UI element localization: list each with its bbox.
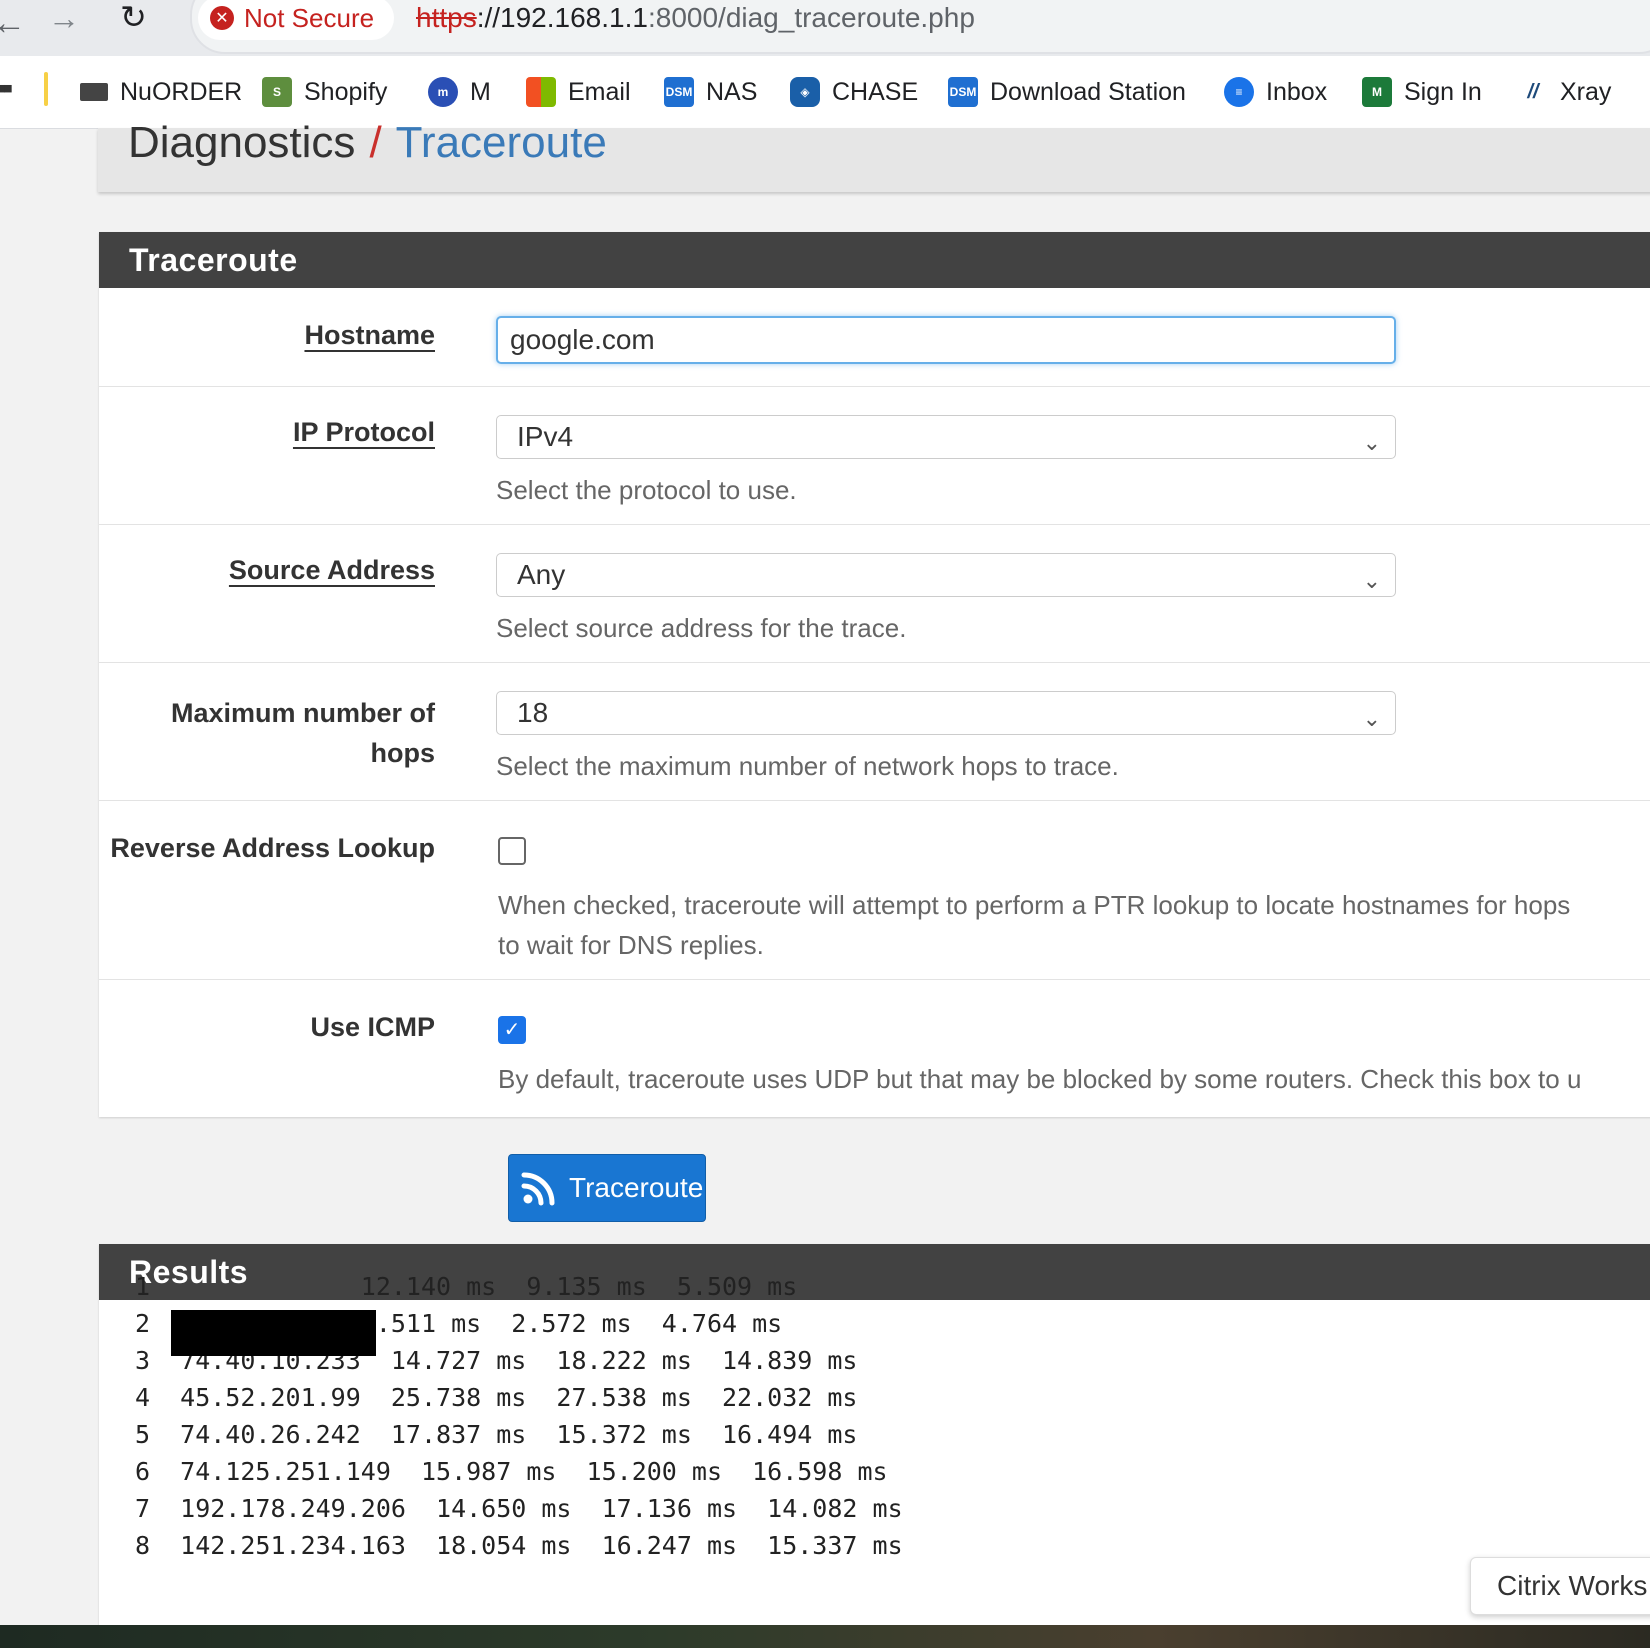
bookmark-label: Download Station [990, 77, 1186, 106]
redaction-box [171, 1310, 376, 1356]
bookmark-label: CHASE [832, 77, 919, 106]
use-icmp-help: By default, traceroute uses UDP but that… [498, 1064, 1582, 1094]
m-circle-icon: m [428, 77, 458, 107]
source-address-row: Source Address Any ⌄ Select source addre… [99, 525, 1650, 663]
bookmark-download-station[interactable]: DSM Download Station [948, 72, 1186, 112]
max-hops-select[interactable]: 18 ⌄ [496, 691, 1396, 735]
traceroute-panel: Traceroute Hostname google.com IP Protoc… [99, 232, 1650, 1117]
hostname-row: Hostname google.com [99, 288, 1650, 387]
bookmark-inbox[interactable]: ≡ Inbox [1224, 72, 1327, 112]
rss-icon [521, 1172, 555, 1206]
inbox-icon: ≡ [1224, 77, 1254, 107]
chevron-down-icon: ⌄ [1362, 706, 1381, 731]
use-icmp-row: Use ICMP ✓ By default, traceroute uses U… [99, 980, 1650, 1117]
max-hops-value: 18 [517, 697, 549, 728]
not-secure-icon: ✕ [210, 6, 234, 30]
result-line: 1 12.140 ms 9.135 ms 5.509 ms [135, 1272, 798, 1301]
max-hops-row: Maximum number of hops 18 ⌄ Select the m… [99, 663, 1650, 801]
reverse-lookup-row: Reverse Address Lookup When checked, tra… [99, 801, 1650, 980]
chevron-down-icon: ⌄ [1362, 430, 1381, 455]
bookmark-xray[interactable]: // Xray [1518, 72, 1611, 112]
url-path: :8000/diag_traceroute.php [647, 2, 975, 33]
ip-protocol-select[interactable]: IPv4 ⌄ [496, 415, 1396, 459]
forward-arrow-icon[interactable]: → [48, 0, 80, 37]
breadcrumb-current[interactable]: Traceroute [396, 118, 607, 167]
page-header: Diagnostics / Traceroute [98, 118, 1650, 192]
bookmark-m[interactable]: m M [428, 72, 491, 112]
reverse-lookup-label: Reverse Address Lookup [110, 833, 435, 863]
use-icmp-label: Use ICMP [310, 1012, 435, 1042]
reload-icon[interactable]: ↻ [120, 0, 147, 36]
xray-icon: // [1518, 77, 1548, 107]
ip-protocol-label[interactable]: IP Protocol [293, 417, 435, 448]
bookmark-shopify[interactable]: S Shopify [262, 72, 387, 112]
bookmark-email[interactable]: Email [526, 72, 631, 112]
bookmark-label: NuORDER [120, 77, 243, 106]
result-line: 6 74.125.251.149 15.987 ms 15.200 ms 16.… [135, 1457, 888, 1486]
bookmark-folder-icon[interactable] [44, 72, 48, 106]
dsm-icon: DSM [664, 77, 694, 107]
bookmark-label: M [470, 77, 491, 106]
url-scheme: https [416, 2, 477, 33]
bookmark-chase[interactable]: ◈ CHASE [790, 72, 918, 112]
green-logo-icon: M [1362, 77, 1392, 107]
result-line: 7 192.178.249.206 14.650 ms 17.136 ms 14… [135, 1494, 903, 1523]
url-host: ://192.168.1.1 [476, 2, 648, 33]
citrix-popup[interactable]: Citrix Works [1470, 1557, 1650, 1615]
traceroute-button-label: Traceroute [569, 1172, 704, 1203]
security-chip[interactable]: ✕ Not Secure [198, 0, 395, 40]
reverse-lookup-help: When checked, traceroute will attempt to… [498, 885, 1570, 965]
url-text[interactable]: https://192.168.1.1:8000/diag_traceroute… [416, 2, 975, 34]
microsoft-squares-icon [526, 77, 556, 107]
hostname-label[interactable]: Hostname [304, 320, 435, 351]
bookmark-nas[interactable]: DSM NAS [664, 72, 757, 112]
ip-protocol-row: IP Protocol IPv4 ⌄ Select the protocol t… [99, 387, 1650, 525]
chevron-down-icon: ⌄ [1362, 568, 1381, 593]
shopify-bag-icon: S [262, 77, 292, 107]
browser-toolbar: ← → ↻ ✕ Not Secure https://192.168.1.1:8… [0, 0, 1650, 56]
reverse-lookup-help-line2: to wait for DNS replies. [498, 930, 764, 960]
chase-octagon-icon: ◈ [790, 77, 820, 107]
ip-protocol-value: IPv4 [517, 421, 574, 452]
source-address-value: Any [517, 559, 566, 590]
result-line: 5 74.40.26.242 17.837 ms 15.372 ms 16.49… [135, 1420, 858, 1449]
dsm-icon: DSM [948, 77, 978, 107]
source-address-label[interactable]: Source Address [229, 555, 435, 586]
panel-heading: Traceroute [99, 232, 1650, 288]
use-icmp-checkbox[interactable]: ✓ [498, 1016, 526, 1044]
address-bar[interactable]: ✕ Not Secure https://192.168.1.1:8000/di… [190, 0, 1650, 54]
bookmark-label: Inbox [1266, 77, 1328, 106]
nuorder-icon [80, 83, 108, 101]
breadcrumb-parent[interactable]: Diagnostics [128, 118, 355, 167]
max-hops-label-line2: hops [370, 738, 436, 768]
reverse-lookup-help-line1: When checked, traceroute will attempt to… [498, 890, 1571, 920]
results-panel: Results 1 12.140 ms 9.135 ms 5.509 ms 2 7… [99, 1244, 1650, 1648]
bookmark-label: Email [568, 77, 631, 106]
traceroute-button[interactable]: Traceroute [508, 1154, 706, 1222]
reverse-lookup-checkbox[interactable] [498, 837, 526, 865]
max-hops-label-line1: Maximum number of [170, 698, 435, 728]
bookmark-label: Shopify [304, 77, 388, 106]
breadcrumb: Diagnostics / Traceroute [128, 118, 607, 168]
result-line: 4 45.52.201.99 25.738 ms 27.538 ms 22.03… [135, 1383, 858, 1412]
max-hops-label: Maximum number of hops [171, 693, 435, 773]
apps-grid-icon[interactable]: ▪▪ [0, 72, 13, 106]
breadcrumb-separator: / [369, 118, 382, 167]
desktop-background [0, 1625, 1650, 1648]
bookmark-sign-in[interactable]: M Sign In [1362, 72, 1482, 112]
not-secure-label: Not Secure [244, 2, 375, 33]
bookmark-label: Sign In [1404, 77, 1482, 106]
result-line: 8 142.251.234.163 18.054 ms 16.247 ms 15… [135, 1531, 903, 1560]
hostname-input[interactable]: google.com [496, 316, 1396, 364]
source-address-select[interactable]: Any ⌄ [496, 553, 1396, 597]
bookmark-label: NAS [706, 77, 758, 106]
hostname-value: google.com [510, 324, 655, 355]
back-arrow-icon[interactable]: ← [0, 4, 26, 43]
ip-protocol-help: Select the protocol to use. [496, 475, 797, 505]
bookmark-label: Xray [1560, 77, 1612, 106]
max-hops-help: Select the maximum number of network hop… [496, 751, 1119, 781]
source-address-help: Select source address for the trace. [496, 613, 907, 643]
bookmark-nuorder[interactable]: NuORDER [80, 72, 242, 112]
